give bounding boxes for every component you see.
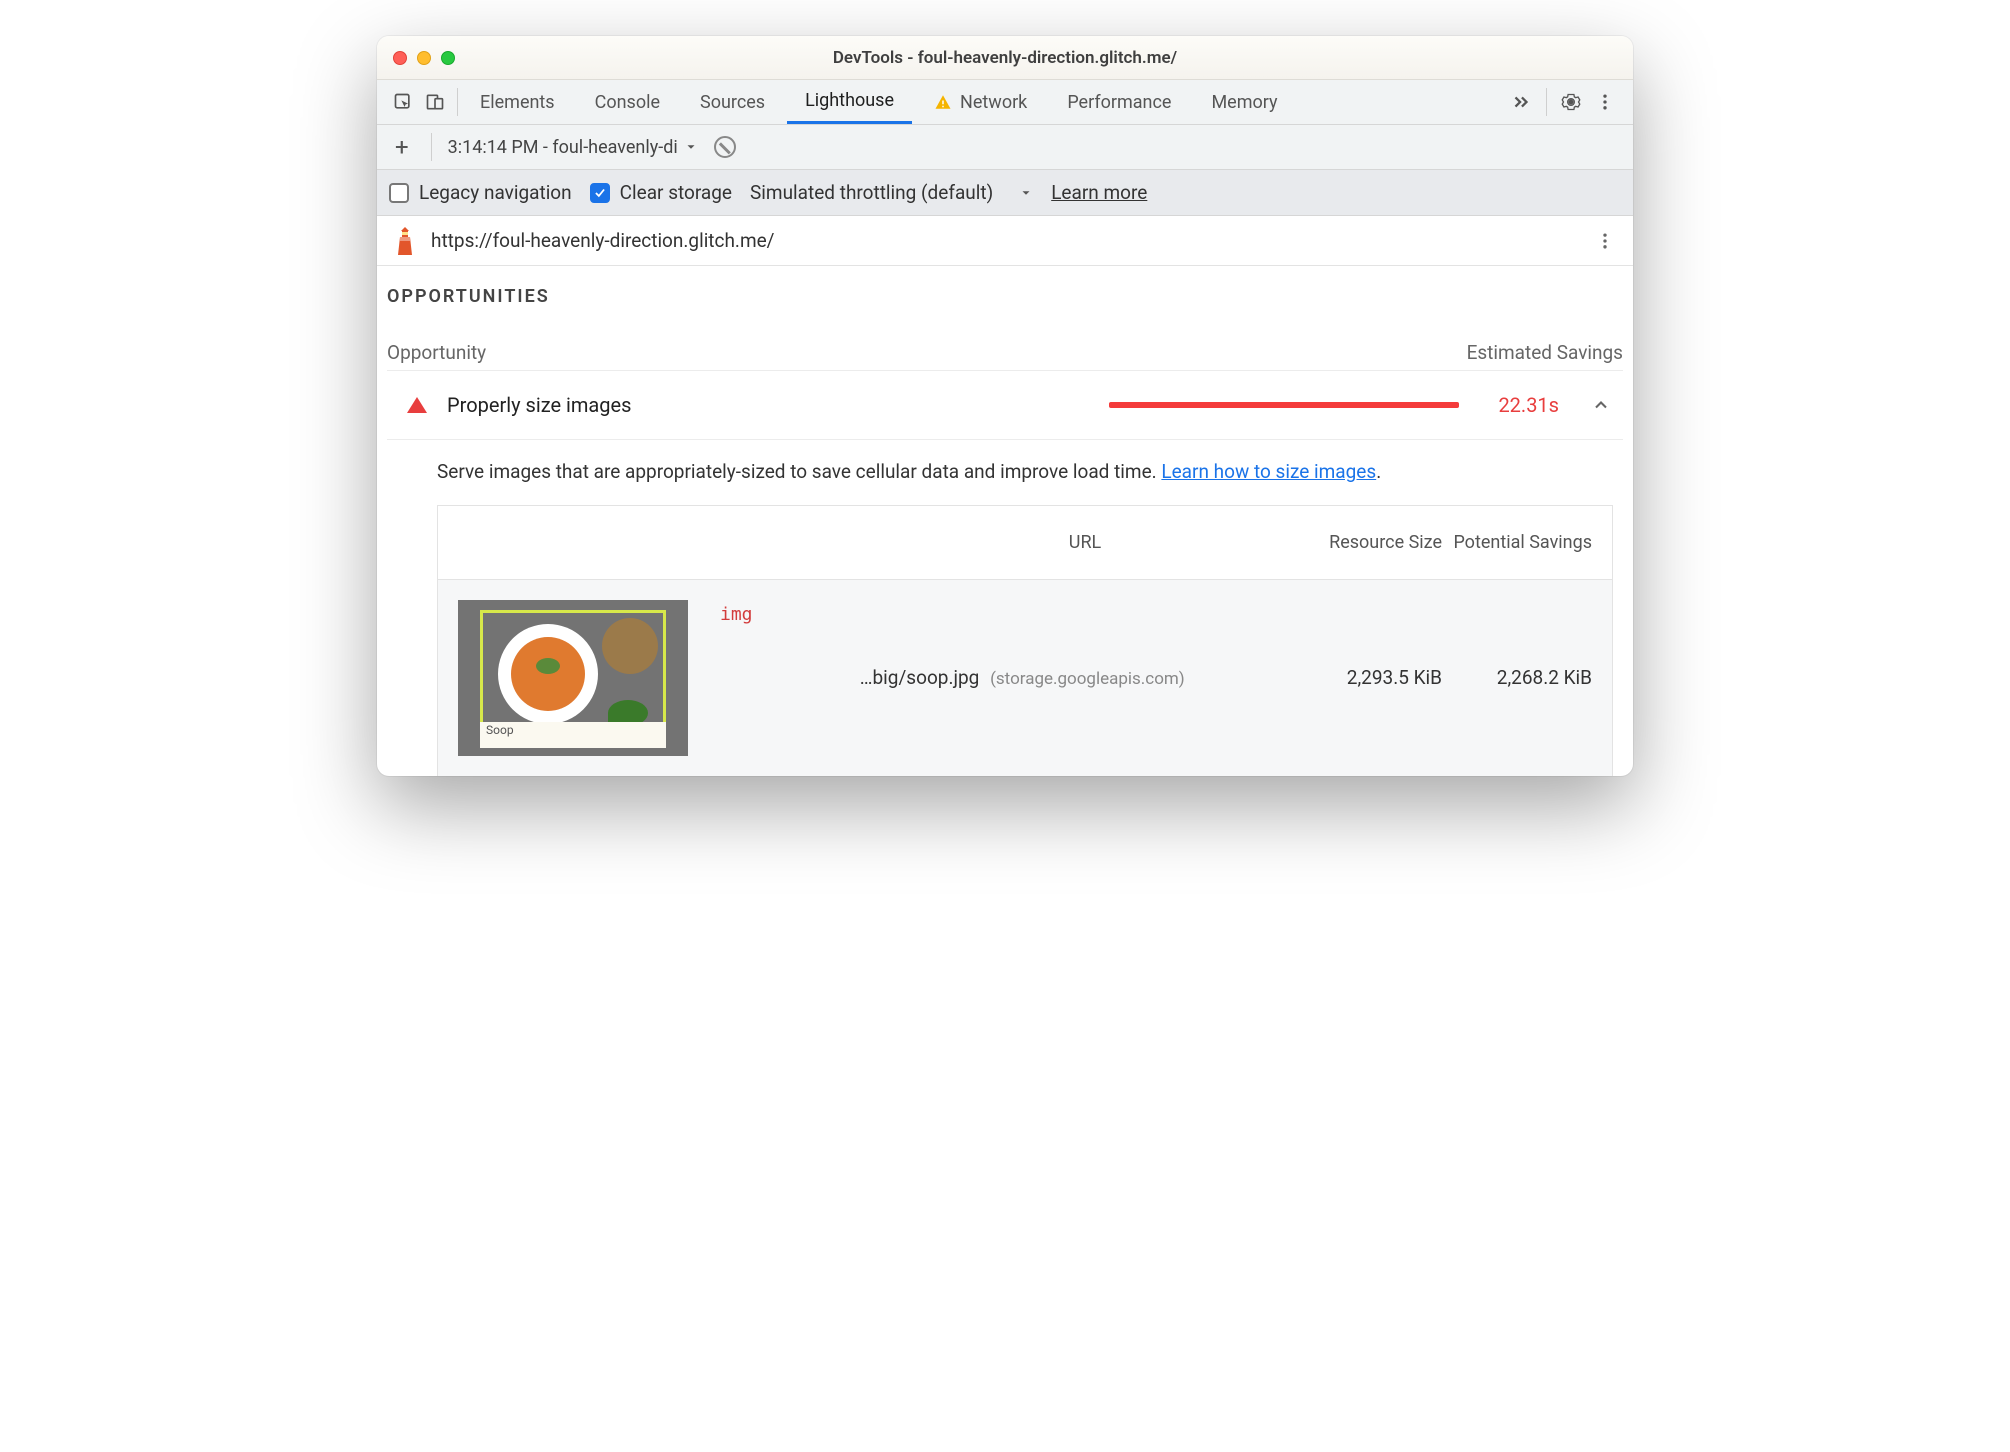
tab-elements[interactable]: Elements xyxy=(462,80,573,124)
col-opportunity: Opportunity xyxy=(387,341,486,364)
report-url: https://foul-heavenly-direction.glitch.m… xyxy=(431,229,775,252)
legacy-navigation-option[interactable]: Legacy navigation xyxy=(389,181,572,204)
maximize-window-button[interactable] xyxy=(441,51,455,65)
tab-label: Performance xyxy=(1067,92,1171,113)
potential-savings-value: 2,268.2 KiB xyxy=(1442,666,1592,689)
audit-description: Serve images that are appropriately-size… xyxy=(387,440,1623,505)
warning-icon xyxy=(934,93,952,111)
dropdown-icon xyxy=(1019,186,1033,200)
section-heading: OPPORTUNITIES xyxy=(387,282,1623,311)
audit-row-properly-size-images[interactable]: Properly size images 22.31s xyxy=(387,370,1623,440)
kebab-menu-icon[interactable] xyxy=(1595,92,1615,112)
tab-memory[interactable]: Memory xyxy=(1193,80,1295,124)
window-title: DevTools - foul-heavenly-direction.glitc… xyxy=(377,48,1633,68)
resource-host: (storage.googleapis.com) xyxy=(984,669,1185,689)
tab-label: Memory xyxy=(1211,92,1277,113)
settings-icon[interactable] xyxy=(1561,92,1581,112)
opportunity-header-row: Opportunity Estimated Savings xyxy=(387,311,1623,370)
thumb-caption: Soop xyxy=(480,722,666,748)
audit-savings-value: 22.31s xyxy=(1479,393,1559,417)
audit-title: Properly size images xyxy=(447,393,631,417)
thumb-bread xyxy=(602,618,658,674)
image-thumbnail: Soop xyxy=(458,600,688,756)
header-url: URL xyxy=(878,532,1292,553)
period: . xyxy=(1376,460,1381,483)
lighthouse-icon xyxy=(393,227,417,255)
col-savings: Estimated Savings xyxy=(1467,341,1623,364)
option-label: Clear storage xyxy=(620,181,732,204)
audit-details-table: URL Resource Size Potential Savings Soop… xyxy=(437,505,1613,776)
header-resource-size: Resource Size xyxy=(1292,530,1442,555)
header-potential-savings: Potential Savings xyxy=(1442,530,1592,555)
fail-triangle-icon xyxy=(407,397,427,413)
separator xyxy=(1546,88,1547,116)
tab-label: Lighthouse xyxy=(805,90,894,111)
device-toolbar-icon[interactable] xyxy=(425,92,445,112)
savings-bar xyxy=(1109,402,1459,408)
chevron-up-icon[interactable] xyxy=(1591,395,1611,415)
tab-label: Console xyxy=(595,92,660,113)
close-window-button[interactable] xyxy=(393,51,407,65)
new-report-button[interactable]: + xyxy=(389,133,415,161)
resource-url-cell[interactable]: …big/soop.jpg (storage.googleapis.com) xyxy=(753,666,1292,689)
throttling-label: Simulated throttling (default) xyxy=(750,181,993,204)
checkbox-unchecked[interactable] xyxy=(389,183,409,203)
details-data-row: Soop img …big/soop.jpg (storage.googleap… xyxy=(438,580,1612,776)
tab-console[interactable]: Console xyxy=(577,80,678,124)
tab-label: Sources xyxy=(700,92,765,113)
tab-performance[interactable]: Performance xyxy=(1049,80,1189,124)
report-selector[interactable]: 3:14:14 PM - foul-heavenly-di xyxy=(448,137,698,158)
clear-storage-option[interactable]: Clear storage xyxy=(590,181,732,204)
separator xyxy=(457,88,458,116)
resource-path: …big/soop.jpg xyxy=(860,666,980,689)
dropdown-icon xyxy=(684,140,698,154)
devtools-tabbar: Elements Console Sources Lighthouse Netw… xyxy=(377,80,1633,125)
tab-label: Elements xyxy=(480,92,555,113)
resource-size-value: 2,293.5 KiB xyxy=(1292,666,1442,689)
option-label: Legacy navigation xyxy=(419,181,572,204)
devtools-window: DevTools - foul-heavenly-direction.glitc… xyxy=(377,36,1633,776)
separator xyxy=(431,133,432,161)
opportunities-section: OPPORTUNITIES Opportunity Estimated Savi… xyxy=(377,266,1633,776)
titlebar: DevTools - foul-heavenly-direction.glitc… xyxy=(377,36,1633,80)
description-text: Serve images that are appropriately-size… xyxy=(437,460,1161,483)
lighthouse-toolbar: + 3:14:14 PM - foul-heavenly-di xyxy=(377,125,1633,170)
clear-all-icon[interactable] xyxy=(714,136,736,158)
thumb-soup xyxy=(511,637,585,711)
learn-more-link[interactable]: Learn more xyxy=(1051,181,1147,204)
report-url-row: https://foul-heavenly-direction.glitch.m… xyxy=(377,216,1633,266)
thumb-garnish xyxy=(536,658,560,674)
checkbox-checked[interactable] xyxy=(590,183,610,203)
minimize-window-button[interactable] xyxy=(417,51,431,65)
inspect-element-icon[interactable] xyxy=(393,92,413,112)
more-tabs-icon[interactable] xyxy=(1510,91,1532,113)
tab-label: Network xyxy=(960,92,1027,113)
lighthouse-options-bar: Legacy navigation Clear storage Simulate… xyxy=(377,170,1633,216)
details-header-row: URL Resource Size Potential Savings xyxy=(438,506,1612,580)
learn-how-link[interactable]: Learn how to size images xyxy=(1161,460,1376,483)
window-controls xyxy=(393,51,455,65)
report-menu-button[interactable] xyxy=(1593,229,1617,253)
report-selector-label: 3:14:14 PM - foul-heavenly-di xyxy=(448,137,678,158)
tab-sources[interactable]: Sources xyxy=(682,80,783,124)
throttling-selector[interactable]: Simulated throttling (default) xyxy=(750,181,1033,204)
element-tag: img xyxy=(720,604,753,625)
tab-lighthouse[interactable]: Lighthouse xyxy=(787,80,912,124)
tab-network[interactable]: Network xyxy=(916,80,1045,124)
